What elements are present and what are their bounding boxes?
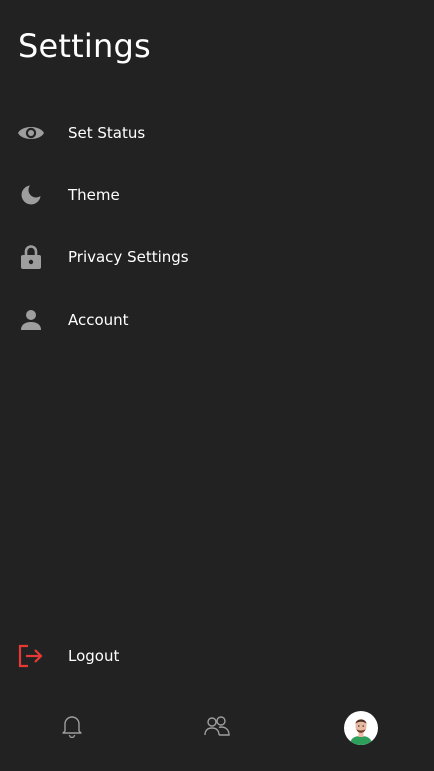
bottom-navigation bbox=[0, 700, 434, 760]
set-status-label: Set Status bbox=[68, 124, 146, 142]
lock-icon bbox=[17, 243, 45, 271]
avatar bbox=[344, 711, 378, 745]
menu-item-privacy-settings[interactable]: Privacy Settings bbox=[0, 235, 434, 279]
menu-item-set-status[interactable]: Set Status bbox=[0, 111, 434, 155]
person-icon bbox=[17, 306, 45, 334]
logout-label: Logout bbox=[68, 647, 120, 665]
logout-icon bbox=[17, 642, 45, 670]
logout-button[interactable]: Logout bbox=[0, 634, 434, 678]
privacy-settings-label: Privacy Settings bbox=[68, 248, 189, 266]
account-label: Account bbox=[68, 311, 129, 329]
moon-icon bbox=[17, 181, 45, 209]
theme-label: Theme bbox=[68, 186, 120, 204]
eye-icon bbox=[17, 119, 45, 147]
profile-nav-button[interactable] bbox=[341, 708, 381, 748]
notifications-nav-button[interactable] bbox=[52, 708, 92, 748]
menu-item-account[interactable]: Account bbox=[0, 298, 434, 342]
people-icon bbox=[204, 715, 230, 741]
menu-item-theme[interactable]: Theme bbox=[0, 173, 434, 217]
bell-icon bbox=[61, 714, 83, 742]
friends-nav-button[interactable] bbox=[197, 708, 237, 748]
page-title: Settings bbox=[18, 27, 151, 65]
